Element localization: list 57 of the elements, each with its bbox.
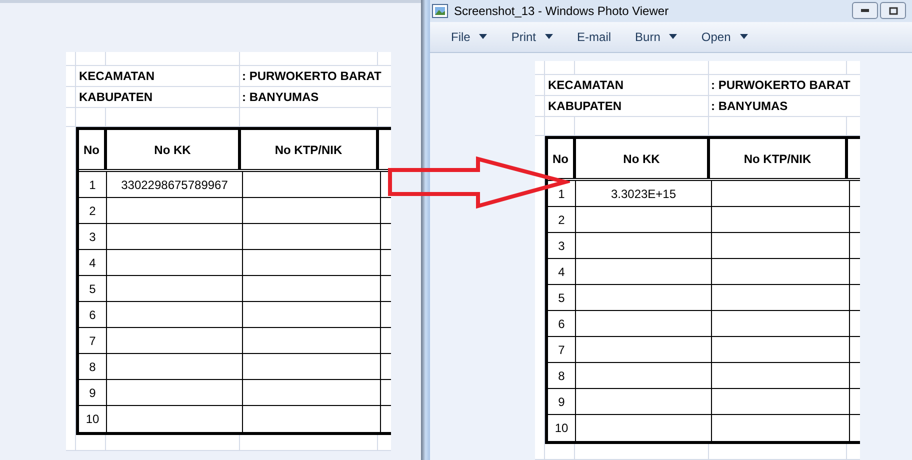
row-number: 10 bbox=[86, 411, 100, 428]
grid-cell bbox=[76, 52, 106, 66]
menu-item[interactable]: Print bbox=[511, 28, 554, 46]
table-cell-text: 3302298675789967 bbox=[121, 176, 228, 194]
grid-cell bbox=[66, 52, 76, 66]
column-header: No KK bbox=[623, 150, 660, 168]
row-number: 3 bbox=[89, 228, 96, 246]
maximize-button[interactable] bbox=[880, 2, 906, 20]
row-number: 10 bbox=[554, 420, 568, 437]
info-value: : BANYUMAS bbox=[711, 98, 788, 115]
row-number: 7 bbox=[89, 332, 96, 350]
info-label: KECAMATAN bbox=[548, 77, 624, 94]
row-number: 3 bbox=[558, 238, 565, 254]
row-number: 4 bbox=[89, 254, 96, 272]
minimize-button[interactable] bbox=[852, 2, 878, 20]
menu-item[interactable]: Open bbox=[701, 28, 748, 46]
grid-cell bbox=[535, 61, 545, 75]
row-number: 8 bbox=[558, 368, 565, 384]
row-number: 2 bbox=[558, 212, 565, 228]
row-number: 5 bbox=[89, 280, 96, 298]
row-number: 6 bbox=[558, 316, 565, 332]
row-number: 7 bbox=[558, 342, 565, 358]
info-label: KABUPATEN bbox=[548, 98, 622, 115]
row-number: 4 bbox=[558, 264, 565, 280]
info-value: : PURWOKERTO BARAT bbox=[242, 68, 382, 85]
column-header: No KTP/NIK bbox=[744, 150, 812, 168]
caret-icon bbox=[740, 34, 748, 40]
row-number: 9 bbox=[89, 384, 96, 402]
grid-cell bbox=[545, 444, 575, 460]
info-value: : PURWOKERTO BARAT bbox=[711, 77, 850, 94]
row-number: 5 bbox=[558, 290, 565, 306]
grid-cell bbox=[545, 61, 575, 75]
row-number: 1 bbox=[89, 176, 96, 194]
photo-app-icon bbox=[432, 4, 448, 18]
table-cell-text: 3.3023E+15 bbox=[610, 186, 676, 202]
info-label: KABUPATEN bbox=[79, 89, 153, 106]
window-title: Screenshot_13 - Windows Photo Viewer bbox=[454, 2, 669, 20]
minimize-icon bbox=[861, 9, 869, 12]
row-number: 2 bbox=[89, 202, 96, 220]
column-header: No bbox=[552, 150, 568, 168]
row-number: 1 bbox=[558, 186, 565, 202]
menu-item[interactable]: Burn bbox=[635, 28, 678, 46]
column-header: No KK bbox=[154, 142, 191, 158]
column-header: No KTP/NIK bbox=[274, 142, 342, 158]
row-number: 8 bbox=[89, 358, 96, 376]
maximize-icon bbox=[888, 6, 898, 15]
menu-item[interactable]: E-mail bbox=[577, 28, 612, 46]
info-label: KECAMATAN bbox=[79, 68, 155, 85]
row-number: 9 bbox=[558, 394, 565, 410]
column-header: No bbox=[84, 142, 100, 158]
info-value: : BANYUMAS bbox=[242, 89, 319, 106]
grid-cell bbox=[76, 435, 106, 451]
menu-item[interactable]: File bbox=[451, 28, 488, 46]
row-number: 6 bbox=[89, 306, 96, 324]
caret-icon bbox=[479, 34, 488, 40]
caret-icon bbox=[669, 34, 678, 40]
caret-icon bbox=[545, 34, 554, 40]
